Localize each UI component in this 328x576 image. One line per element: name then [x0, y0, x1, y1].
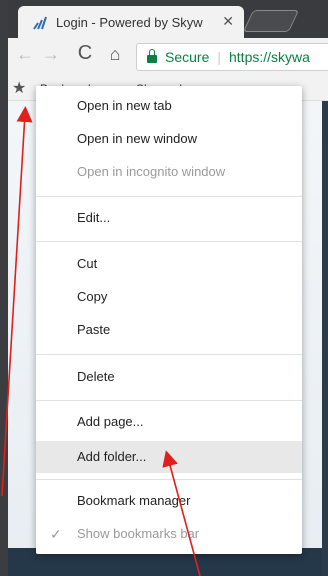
menu-item-cut[interactable]: Cut: [36, 250, 302, 278]
address-separator: |: [217, 49, 221, 65]
menu-item-open-incognito: Open in incognito window: [77, 164, 226, 179]
back-icon[interactable]: ←: [14, 44, 36, 65]
tab-title: Login - Powered by Skyw: [56, 14, 203, 30]
address-bar[interactable]: Secure | https://skywa: [136, 43, 328, 71]
menu-divider: [36, 241, 302, 242]
reload-icon[interactable]: C: [74, 42, 96, 65]
menu-item-add-folder[interactable]: Add folder...: [36, 441, 302, 473]
lock-icon: [147, 49, 157, 63]
menu-divider: [36, 400, 302, 401]
menu-item-copy[interactable]: Copy: [36, 283, 302, 311]
tab-strip: Login - Powered by Skyw ✕: [8, 0, 328, 38]
menu-item-edit[interactable]: Edit...: [36, 204, 302, 232]
checkmark-icon: ✓: [50, 526, 62, 542]
browser-toolbar: ← → C ⌂ Secure | https://skywa: [8, 38, 328, 76]
menu-divider: [36, 196, 302, 197]
menu-item-delete[interactable]: Delete: [36, 363, 302, 391]
home-icon[interactable]: ⌂: [104, 44, 126, 65]
menu-item-open-new-window[interactable]: Open in new window: [36, 125, 302, 153]
menu-divider: [36, 354, 302, 355]
star-icon[interactable]: ★: [12, 78, 26, 98]
browser-tab[interactable]: Login - Powered by Skyw ✕: [18, 6, 244, 38]
menu-item-show-bookmarks-bar[interactable]: ✓ Show bookmarks bar: [36, 520, 302, 548]
menu-item-open-new-tab[interactable]: Open in new tab: [36, 92, 302, 120]
url-text: https://skywa: [229, 49, 310, 65]
secure-label: Secure: [165, 49, 210, 65]
bookmark-context-menu: Open in new tab Open in new window Open …: [36, 86, 302, 554]
menu-item-add-page[interactable]: Add page...: [36, 408, 302, 436]
skyward-favicon-icon: [33, 16, 47, 30]
menu-item-bookmark-manager[interactable]: Bookmark manager: [36, 487, 302, 515]
forward-icon[interactable]: →: [40, 44, 62, 65]
window-frame-left: [0, 0, 8, 576]
new-tab-button[interactable]: [242, 10, 300, 32]
menu-divider: [36, 479, 302, 480]
menu-item-paste[interactable]: Paste: [36, 316, 302, 344]
show-bookmarks-bar-label: Show bookmarks bar: [77, 526, 200, 541]
tab-close-icon[interactable]: ✕: [222, 13, 234, 30]
